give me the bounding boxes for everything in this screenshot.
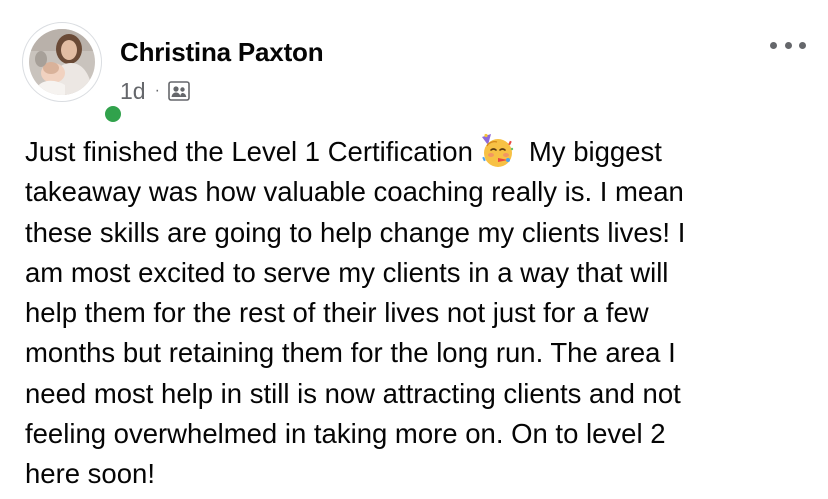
more-dot	[799, 41, 806, 49]
avatar[interactable]	[22, 22, 124, 125]
post-line: feeling overwhelmed in taking more on. O…	[25, 418, 666, 450]
post-body: Just finished the Level 1 Certification …	[25, 132, 815, 495]
post-line: need most help in still is now attractin…	[25, 377, 681, 409]
post-line: these skills are going to help change my…	[25, 216, 686, 248]
partying-face-emoji-icon	[479, 133, 515, 169]
post-line: help them for the rest of their lives no…	[25, 297, 649, 329]
post-line: Just finished the Level 1 Certification …	[25, 132, 815, 172]
author-name[interactable]: Christina Paxton	[120, 37, 324, 68]
post-meta: 1d ·	[120, 76, 190, 106]
meta-separator: ·	[154, 82, 160, 99]
post-line-segment: Just finished the Level 1 Certification	[25, 136, 473, 167]
post-line: here soon!	[25, 458, 155, 490]
post-line: takeaway was how valuable coaching reall…	[25, 176, 684, 208]
profile-photo-icon	[29, 29, 95, 95]
group-members-icon[interactable]	[168, 81, 190, 101]
post-line-segment: My biggest	[528, 136, 662, 167]
post-line: am most excited to serve my clients in a…	[25, 256, 669, 288]
more-options-icon[interactable]	[770, 34, 806, 56]
more-dot	[784, 41, 792, 49]
more-dot	[770, 41, 777, 49]
post-timestamp[interactable]: 1d	[120, 78, 146, 105]
online-status-dot	[102, 103, 124, 125]
post-line: months but retaining them for the long r…	[25, 337, 676, 369]
post-card: Christina Paxton 1d · Just finished the …	[0, 0, 828, 499]
